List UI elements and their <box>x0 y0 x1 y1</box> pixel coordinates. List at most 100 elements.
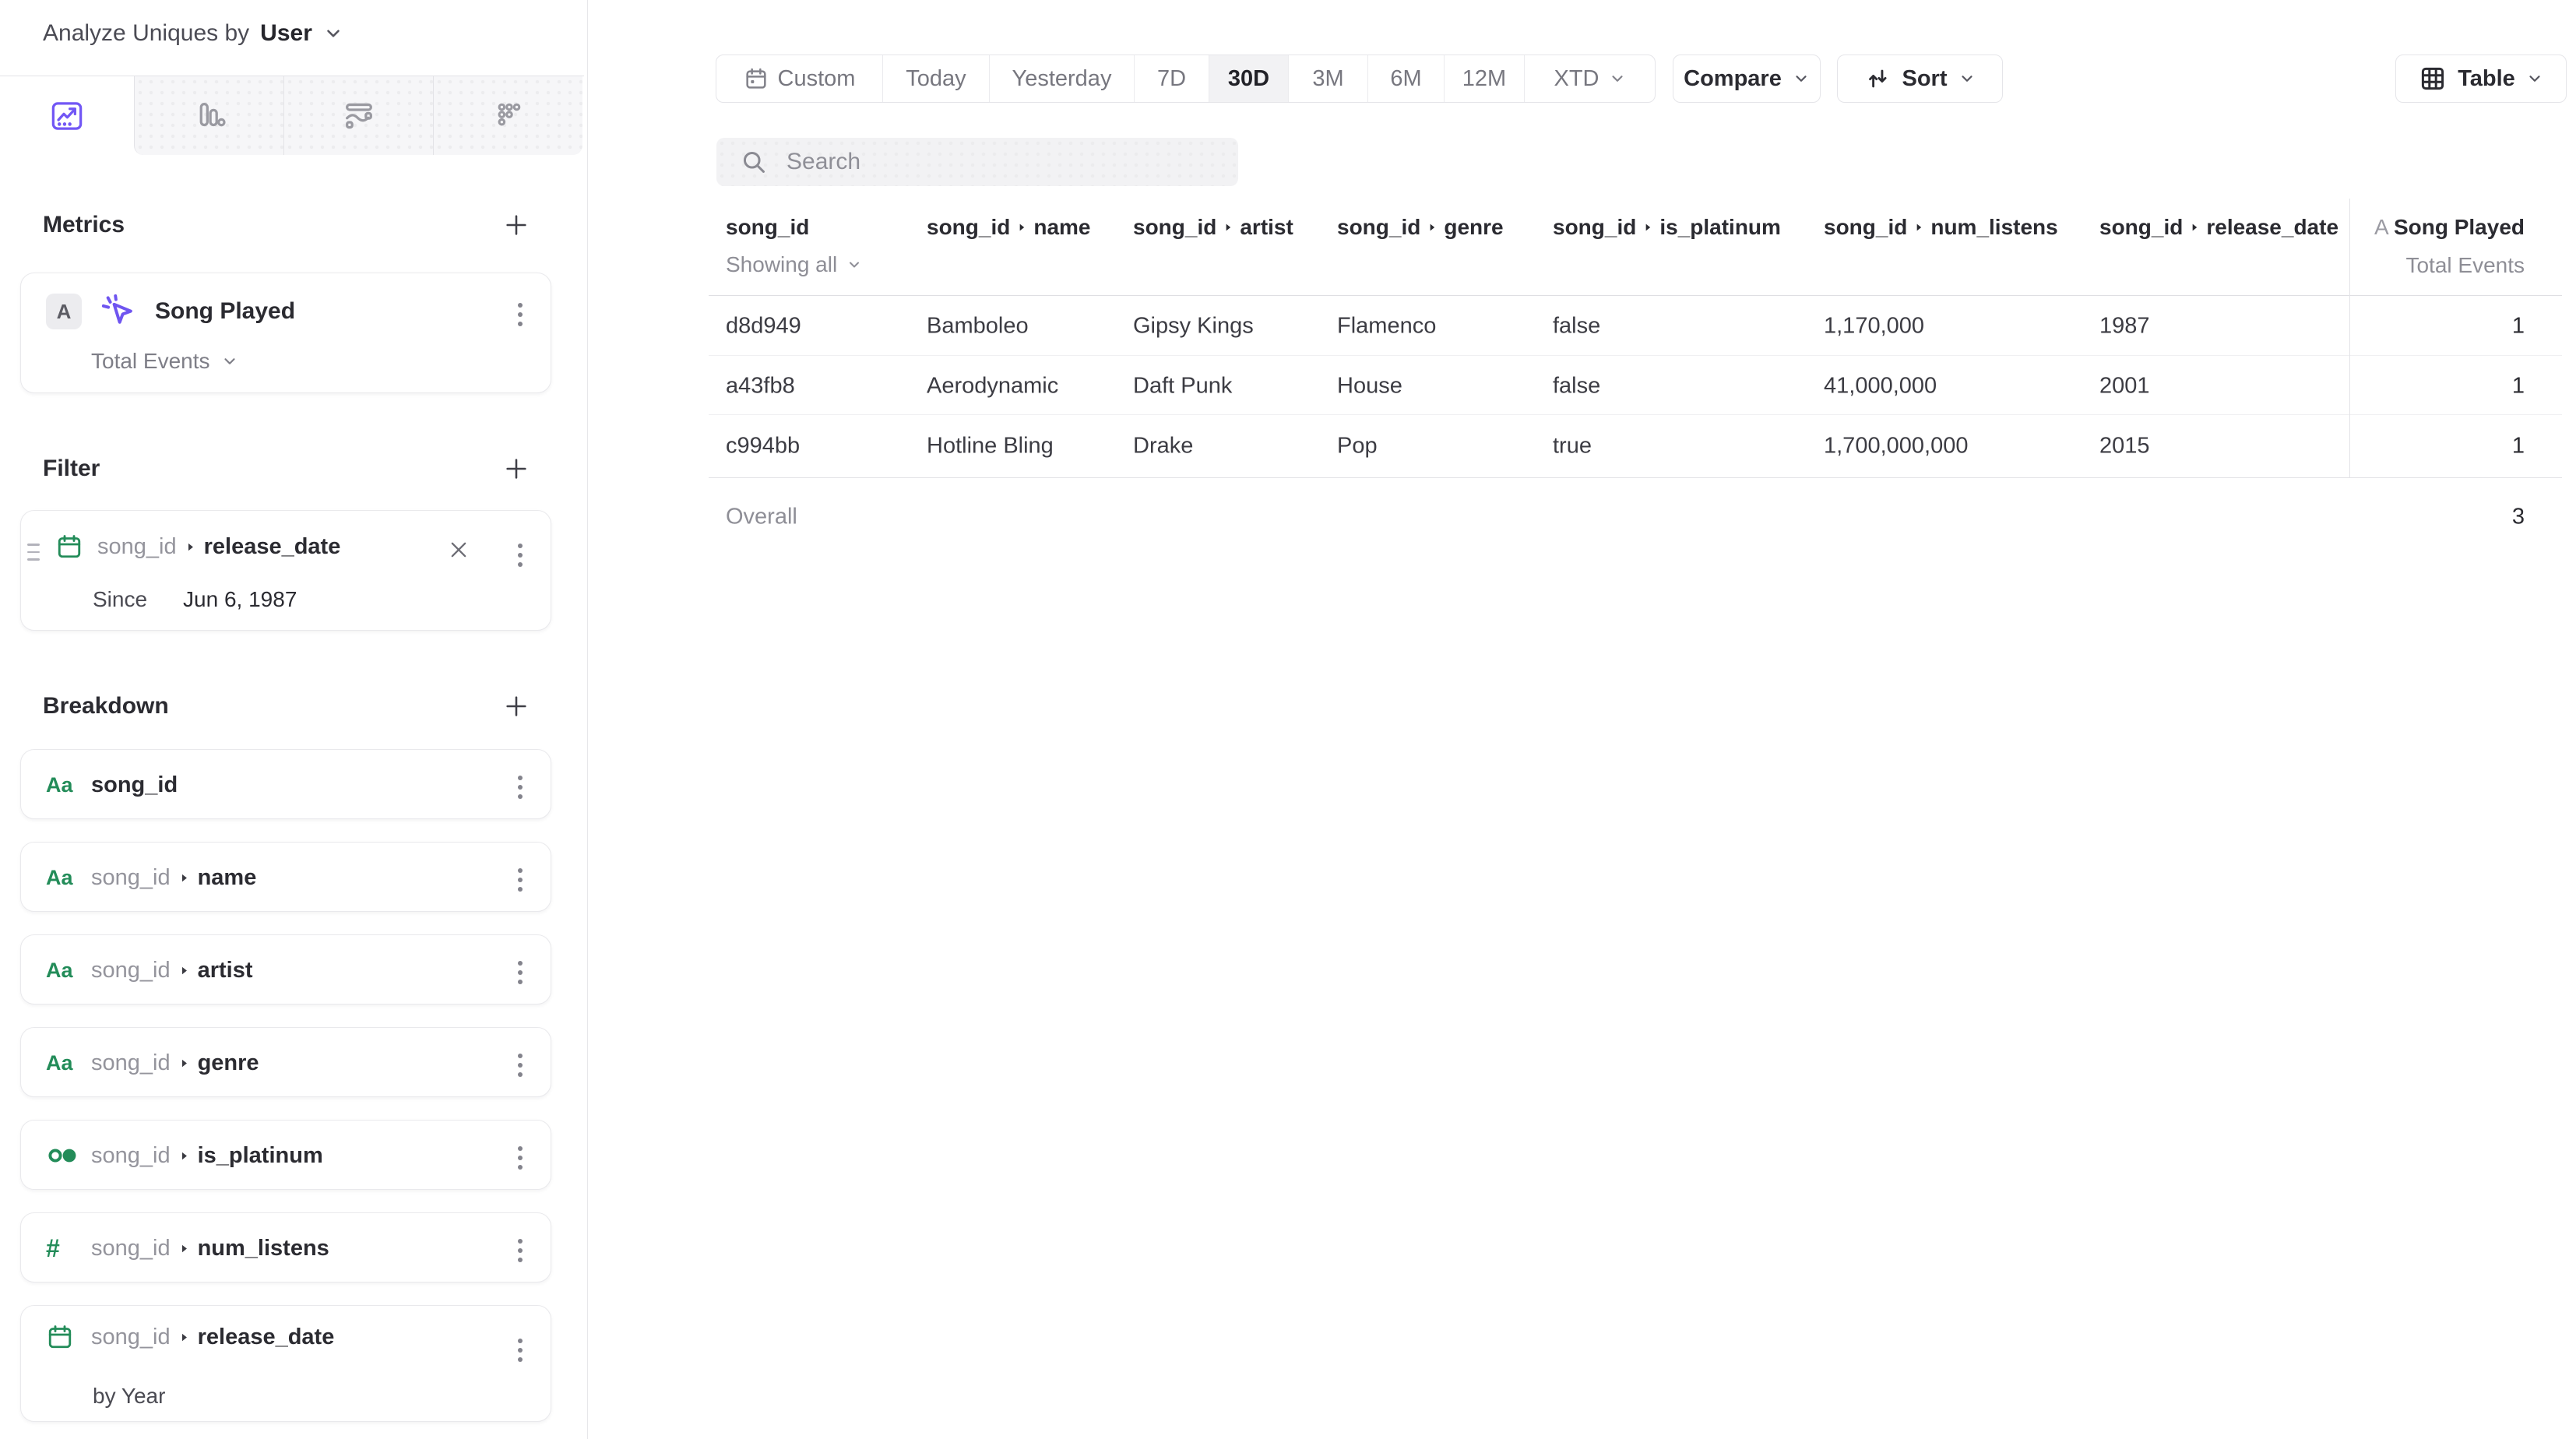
table-row[interactable]: a43fb8 Aerodynamic Daft Punk House false… <box>0 356 2576 416</box>
calendar-icon <box>46 1323 80 1351</box>
table-grid-icon <box>2419 65 2447 93</box>
breakdown-card-song-id[interactable]: Aa song_id <box>20 749 551 819</box>
chevron-down-icon <box>1609 70 1626 87</box>
triangle-right-icon <box>178 1057 190 1069</box>
column-header-metric[interactable]: A Song Played <box>2336 215 2525 240</box>
analyze-label: Analyze Uniques by <box>43 20 249 47</box>
tab-bar-chart[interactable] <box>134 76 283 155</box>
breakdown-kebab-menu[interactable] <box>518 1239 523 1262</box>
triangle-right-icon <box>1642 222 1653 233</box>
column-header-num-listens[interactable]: song_id num_listens <box>1824 215 2058 240</box>
chevron-down-icon <box>846 257 862 273</box>
triangle-right-icon <box>1223 222 1233 233</box>
breakdown-kebab-menu[interactable] <box>518 961 523 984</box>
chevron-down-icon <box>1958 70 1976 87</box>
search-input[interactable] <box>787 149 1191 175</box>
breakdown-card-num-listens[interactable]: # song_id num_listens <box>20 1212 551 1282</box>
metric-value: 1 <box>2375 434 2525 459</box>
triangle-right-icon <box>1913 222 1924 233</box>
date-range-3m[interactable]: 3M <box>1288 55 1367 102</box>
date-range-custom[interactable]: Custom <box>716 55 882 102</box>
breakdown-kebab-menu[interactable] <box>518 1054 523 1077</box>
chevron-down-icon <box>1793 70 1810 87</box>
showing-all-select[interactable]: Showing all <box>726 252 862 277</box>
metric-column-subtitle: Total Events <box>2336 253 2525 278</box>
tab-flow[interactable] <box>283 76 433 155</box>
column-header-genre[interactable]: song_id genre <box>1337 215 1504 240</box>
triangle-right-icon <box>178 965 190 976</box>
calendar-icon <box>744 66 769 91</box>
metrics-section-header: Metrics <box>43 212 530 238</box>
column-header-release-date[interactable]: song_id release_date <box>2099 215 2338 240</box>
overall-row: Overall 3 <box>0 478 2576 556</box>
breakdown-bucket-select[interactable]: by Year <box>93 1384 165 1409</box>
search-icon <box>740 148 768 176</box>
breakdown-section-header: Breakdown <box>43 693 530 720</box>
string-type-icon: Aa <box>46 773 80 797</box>
bar-chart-icon <box>192 98 227 134</box>
date-range-xtd[interactable]: XTD <box>1524 55 1655 102</box>
analyze-entity-select[interactable]: User <box>260 20 312 47</box>
boolean-type-icon <box>46 1144 80 1167</box>
breakdown-card-release-date[interactable]: song_id release_date by Year <box>20 1305 551 1422</box>
add-metric-button[interactable] <box>503 212 530 238</box>
compare-button[interactable]: Compare <box>1673 55 1821 103</box>
triangle-right-icon <box>178 1150 190 1162</box>
date-range-today[interactable]: Today <box>882 55 989 102</box>
analyze-header[interactable]: Analyze Uniques by User <box>43 20 343 47</box>
string-type-icon: Aa <box>46 959 80 983</box>
triangle-right-icon <box>178 1243 190 1254</box>
tab-scatter[interactable] <box>433 76 582 155</box>
triangle-right-icon <box>1427 222 1438 233</box>
breakdown-card-genre[interactable]: Aa song_id genre <box>20 1027 551 1097</box>
metrics-heading: Metrics <box>43 212 125 238</box>
add-breakdown-button[interactable] <box>503 693 530 720</box>
chart-type-tabs <box>0 76 584 154</box>
overall-label: Overall <box>726 505 797 530</box>
breakdown-kebab-menu[interactable] <box>518 1339 523 1362</box>
sort-arrows-icon <box>1865 65 1892 92</box>
triangle-right-icon <box>178 1332 190 1343</box>
filter-value[interactable]: Jun 6, 1987 <box>183 587 297 612</box>
number-type-icon: # <box>46 1234 80 1263</box>
metric-value: 1 <box>2375 313 2525 339</box>
metric-value: 1 <box>2375 373 2525 399</box>
chevron-down-icon <box>2526 70 2543 87</box>
filter-operator[interactable]: Since <box>93 587 147 612</box>
breakdown-card-artist[interactable]: Aa song_id artist <box>20 934 551 1004</box>
line-chart-icon <box>49 98 85 134</box>
series-letter: A <box>2374 215 2388 239</box>
breakdown-heading: Breakdown <box>43 693 169 720</box>
string-type-icon: Aa <box>46 866 80 890</box>
table-row[interactable]: c994bb Hotline Bling Drake Pop true 1,70… <box>0 415 2576 477</box>
tab-line-chart[interactable] <box>0 76 134 155</box>
sort-button[interactable]: Sort <box>1837 55 2003 103</box>
string-type-icon: Aa <box>46 1051 80 1075</box>
chevron-down-icon <box>323 23 343 44</box>
date-range-control: Custom Today Yesterday 7D 30D 3M 6M 12M … <box>716 55 1656 103</box>
date-range-7d[interactable]: 7D <box>1134 55 1209 102</box>
flow-icon <box>341 98 377 134</box>
date-range-6m[interactable]: 6M <box>1367 55 1444 102</box>
breakdown-card-is-platinum[interactable]: song_id is_platinum <box>20 1120 551 1190</box>
scatter-dots-icon <box>491 98 526 134</box>
date-range-30d[interactable]: 30D <box>1209 55 1288 102</box>
triangle-right-icon <box>2189 222 2200 233</box>
column-header-artist[interactable]: song_id artist <box>1133 215 1293 240</box>
breakdown-kebab-menu[interactable] <box>518 776 523 799</box>
overall-metric-value: 3 <box>2375 505 2525 530</box>
sidebar: Analyze Uniques by User <box>0 0 588 1439</box>
triangle-right-icon <box>1016 222 1027 233</box>
triangle-right-icon <box>178 872 190 884</box>
date-range-12m[interactable]: 12M <box>1444 55 1524 102</box>
column-header-name[interactable]: song_id name <box>927 215 1091 240</box>
date-range-yesterday[interactable]: Yesterday <box>989 55 1134 102</box>
table-row[interactable]: d8d949 Bamboleo Gipsy Kings Flamenco fal… <box>0 296 2576 356</box>
breakdown-kebab-menu[interactable] <box>518 1146 523 1170</box>
breakdown-kebab-menu[interactable] <box>518 868 523 892</box>
breakdown-card-name[interactable]: Aa song_id name <box>20 842 551 912</box>
search-bar[interactable] <box>716 138 1238 186</box>
column-header-is-platinum[interactable]: song_id is_platinum <box>1553 215 1781 240</box>
column-header-song-id[interactable]: song_id <box>726 215 809 240</box>
view-type-button[interactable]: Table <box>2395 55 2567 103</box>
